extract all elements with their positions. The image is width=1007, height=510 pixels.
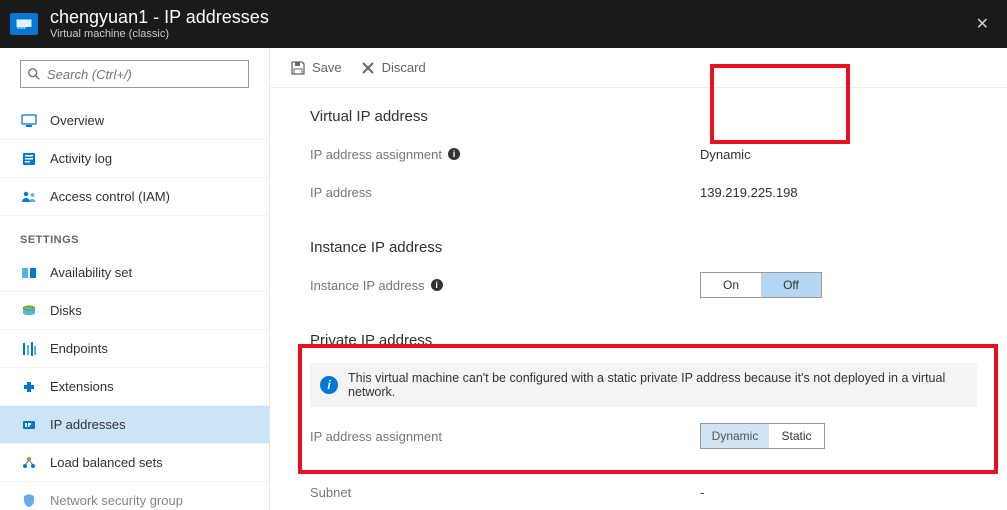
nav-label: Access control (IAM) [50,189,170,204]
virtual-ip-title: Virtual IP address [310,108,977,125]
search-input[interactable] [47,67,242,82]
ip-icon [20,416,38,434]
sidebar-item-overview[interactable]: Overview [0,102,269,140]
save-icon [290,60,306,76]
extensions-icon [20,378,38,396]
sidebar-item-extensions[interactable]: Extensions [0,368,269,406]
sidebar-item-activity-log[interactable]: Activity log [0,140,269,178]
nsg-icon [20,492,38,510]
search-box[interactable] [20,60,249,88]
private-ip-title: Private IP address [310,332,977,349]
instance-ip-label: Instance IP address i [310,278,700,293]
toggle-on[interactable]: On [701,273,761,297]
settings-header: SETTINGS [0,216,269,254]
load-balance-icon [20,454,38,472]
sidebar-item-network-security-group[interactable]: Network security group [0,482,269,510]
nav-label: Overview [50,113,104,128]
discard-icon [360,60,376,76]
toggle-off[interactable]: Off [761,273,821,297]
toggle-dynamic[interactable]: Dynamic [701,424,769,448]
search-icon [27,67,41,81]
nav-label: Endpoints [50,341,108,356]
info-icon: i [320,376,338,394]
nav-label: Load balanced sets [50,455,163,470]
vip-assignment-value: Dynamic [700,147,751,162]
sidebar-item-access-control[interactable]: Access control (IAM) [0,178,269,216]
iam-icon [20,188,38,206]
discard-label: Discard [382,60,426,75]
private-ip-toggle[interactable]: Dynamic Static [700,423,825,449]
monitor-icon [20,112,38,130]
disks-icon [20,302,38,320]
endpoints-icon [20,340,38,358]
sidebar-item-ip-addresses[interactable]: IP addresses [0,406,269,444]
blade-header: chengyuan1 - IP addresses Virtual machin… [0,0,1007,48]
vip-address-label: IP address [310,185,700,200]
blade-title: chengyuan1 - IP addresses [50,8,269,28]
save-button[interactable]: Save [290,60,342,76]
nav-label: Activity log [50,151,112,166]
nav-label: Disks [50,303,82,318]
nav-label: Extensions [50,379,114,394]
log-icon [20,150,38,168]
nav-label: Network security group [50,493,183,508]
nav-label: IP addresses [50,417,126,432]
subnet-label: Subnet [310,485,700,500]
instance-ip-toggle[interactable]: On Off [700,272,822,298]
info-icon[interactable]: i [448,148,460,160]
instance-ip-title: Instance IP address [310,239,977,256]
private-assignment-label: IP address assignment [310,429,700,444]
close-button[interactable]: ✕ [968,14,997,34]
availability-icon [20,264,38,282]
resource-icon [10,13,38,35]
toolbar: Save Discard [270,48,1007,88]
sidebar-item-disks[interactable]: Disks [0,292,269,330]
private-ip-info-bar: i This virtual machine can't be configur… [310,363,977,407]
nav-label: Availability set [50,265,132,280]
sidebar-item-load-balanced-sets[interactable]: Load balanced sets [0,444,269,482]
main-panel: Save Discard Virtual IP address IP addre… [270,48,1007,510]
vip-address-value: 139.219.225.198 [700,185,798,200]
private-ip-info-text: This virtual machine can't be configured… [348,371,967,399]
sidebar-item-availability-set[interactable]: Availability set [0,254,269,292]
subnet-value: - [700,485,704,500]
toggle-static[interactable]: Static [769,424,824,448]
blade-subtitle: Virtual machine (classic) [50,28,269,40]
info-icon[interactable]: i [431,279,443,291]
vip-assignment-label: IP address assignment i [310,147,700,162]
sidebar: Overview Activity log Access control (IA… [0,48,270,510]
discard-button[interactable]: Discard [360,60,426,76]
sidebar-item-endpoints[interactable]: Endpoints [0,330,269,368]
save-label: Save [312,60,342,75]
